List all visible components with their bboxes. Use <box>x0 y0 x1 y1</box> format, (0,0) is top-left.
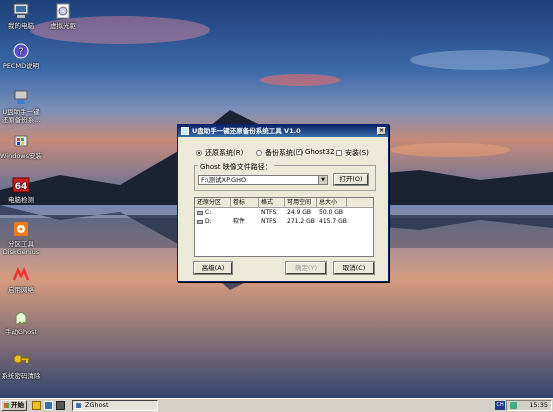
desktop-icon-label: 电脑检测 <box>8 196 34 204</box>
explorer-icon[interactable] <box>44 401 53 410</box>
desktop-icon-password-clear[interactable]: 系统密码清除 <box>0 352 44 380</box>
restore-radio[interactable]: 还原系统(R) <box>196 148 243 158</box>
cmd-icon[interactable] <box>56 401 65 410</box>
restore-radio-indicator[interactable] <box>196 150 202 156</box>
image-path-label: Ghost 映像文件路径： <box>198 162 274 172</box>
key-icon <box>13 354 30 364</box>
install-label: 安装(S) <box>345 149 369 157</box>
close-button[interactable]: × <box>377 127 386 135</box>
cd-icon <box>56 3 70 19</box>
table-cell: NTFS <box>261 218 277 225</box>
ghost32-checkbox[interactable]: ✓ Ghost32 <box>296 148 334 156</box>
chevron-down-icon[interactable]: ▼ <box>318 176 327 184</box>
help-icon: ? <box>13 43 29 59</box>
backup-restore-dialog: U盘助手一键还原备份系统工具 V1.0 × 还原系统(R) 备份系统(B) ✓ … <box>177 124 389 282</box>
desktop-icon-virtual-cd[interactable]: 虚拟光驱 <box>40 2 86 30</box>
desktop-icon-label-line2: 还原备份系... <box>1 116 41 124</box>
window-icon <box>75 402 82 409</box>
column-header[interactable]: 可用空间 <box>285 198 317 207</box>
desktop-icon-label: Windows安装 <box>0 152 42 160</box>
dialog-title: U盘助手一键还原备份系统工具 V1.0 <box>192 127 301 135</box>
hardware-check-badge: 64 <box>15 182 28 192</box>
table-cell: D: <box>195 217 231 226</box>
taskbar: 开始 ZGhost CH 15:35 <box>0 398 553 412</box>
desktop-icon-my-computer[interactable]: 我的电脑 <box>0 2 44 30</box>
advanced-button[interactable]: 高级(A) <box>193 261 233 275</box>
system-tray: CH 15:35 <box>495 400 552 411</box>
desktop-icon-diskgenius[interactable]: 分区工具 DiskGenius <box>0 220 44 256</box>
desktop-icon-label: 虚拟光驱 <box>50 22 76 30</box>
taskbar-item-label: ZGhost <box>85 401 109 409</box>
desktop-icon-hardware-check[interactable]: 64 电脑检测 <box>0 176 44 204</box>
drive-letter: C: <box>205 209 212 216</box>
table-row[interactable]: C: NTFS 24.9 GB 50.0 GB <box>195 208 373 217</box>
image-path-combobox[interactable]: F:\测试XP.GHO ▼ <box>198 175 328 185</box>
taskbar-item-zghost[interactable]: ZGhost <box>72 400 158 411</box>
windows-setup-icon <box>14 135 28 147</box>
desktop-icon-label: 分区工具 <box>8 240 34 248</box>
desktop-icon-label: 我的电脑 <box>8 22 34 30</box>
desktop-icon-pecmd-help[interactable]: ? PECMD说明 <box>0 42 44 70</box>
image-path-value: F:\测试XP.GHO <box>201 176 247 184</box>
install-check-indicator[interactable] <box>336 150 342 156</box>
table-cell: 24.9 GB <box>287 209 312 216</box>
column-header[interactable]: 总大小 <box>317 198 347 207</box>
table-cell: 50.0 GB <box>319 209 344 216</box>
desktop-icon-label-line2: DiskGenius <box>2 248 40 256</box>
language-indicator[interactable]: CH <box>495 401 505 410</box>
desktop-icon-label: 启用网络 <box>8 286 34 294</box>
column-header[interactable]: 卷标 <box>231 198 259 207</box>
app-icon <box>181 127 189 135</box>
computer-icon <box>13 3 29 18</box>
table-cell: 软件 <box>233 218 246 225</box>
backup-radio-indicator[interactable] <box>256 150 262 156</box>
start-button[interactable]: 开始 <box>1 400 27 411</box>
desktop-icon-ghost[interactable]: 手动Ghost <box>0 308 44 336</box>
restore-radio-label: 还原系统(R) <box>205 149 244 157</box>
table-row[interactable]: D: 软件 NTFS 271.2 GB 415.7 GB <box>195 217 373 226</box>
ok-button[interactable]: 确定(Y) <box>285 261 327 275</box>
desktop-icon-label: PECMD说明 <box>2 62 40 70</box>
open-button[interactable]: 打开(O) <box>333 173 369 186</box>
hardware-check-icon: 64 <box>12 177 30 193</box>
ghost32-label: Ghost32 <box>305 148 335 156</box>
start-label: 开始 <box>11 401 24 409</box>
svg-text:?: ? <box>18 47 23 58</box>
backup-tool-icon <box>14 90 28 104</box>
drive-letter: D: <box>205 218 212 225</box>
desktop-icon-label: 系统密码清除 <box>1 372 41 380</box>
folder-icon[interactable] <box>32 401 41 410</box>
diskgenius-icon <box>14 222 28 236</box>
column-header[interactable]: 还原分区 <box>195 198 231 207</box>
tray-icon[interactable] <box>510 402 517 409</box>
table-header: 还原分区 卷标 格式 可用空间 总大小 <box>195 198 373 208</box>
partition-table: 还原分区 卷标 格式 可用空间 总大小 C: NTFS 24.9 GB 50.0… <box>194 197 374 257</box>
desktop-icon-windows-setup[interactable]: Windows安装 <box>0 132 44 160</box>
desktop-icon-network[interactable]: 启用网络 <box>0 266 44 294</box>
desktop-icon-backup-tool[interactable]: U盘助手一键 还原备份系... <box>0 88 44 124</box>
network-icon <box>12 266 30 281</box>
table-cell: NTFS <box>261 209 277 216</box>
table-cell: 415.7 GB <box>319 218 347 225</box>
install-checkbox[interactable]: 安装(S) <box>336 148 369 158</box>
drive-icon <box>197 219 203 224</box>
desktop-icon-label: U盘助手一键 <box>2 108 40 116</box>
table-cell: 271.2 GB <box>287 218 315 225</box>
windows-logo-icon <box>4 403 9 408</box>
cancel-button[interactable]: 取消(C) <box>333 261 375 275</box>
table-cell <box>231 208 259 217</box>
column-header[interactable]: 格式 <box>259 198 285 207</box>
dialog-titlebar[interactable]: U盘助手一键还原备份系统工具 V1.0 × <box>178 125 388 137</box>
desktop-icon-label: 手动Ghost <box>4 328 38 336</box>
ghost32-check-indicator[interactable]: ✓ <box>296 149 302 155</box>
ghost-icon <box>15 312 27 326</box>
table-cell: C: <box>195 208 231 217</box>
clock: 15:35 <box>529 401 548 409</box>
drive-icon <box>197 210 203 215</box>
